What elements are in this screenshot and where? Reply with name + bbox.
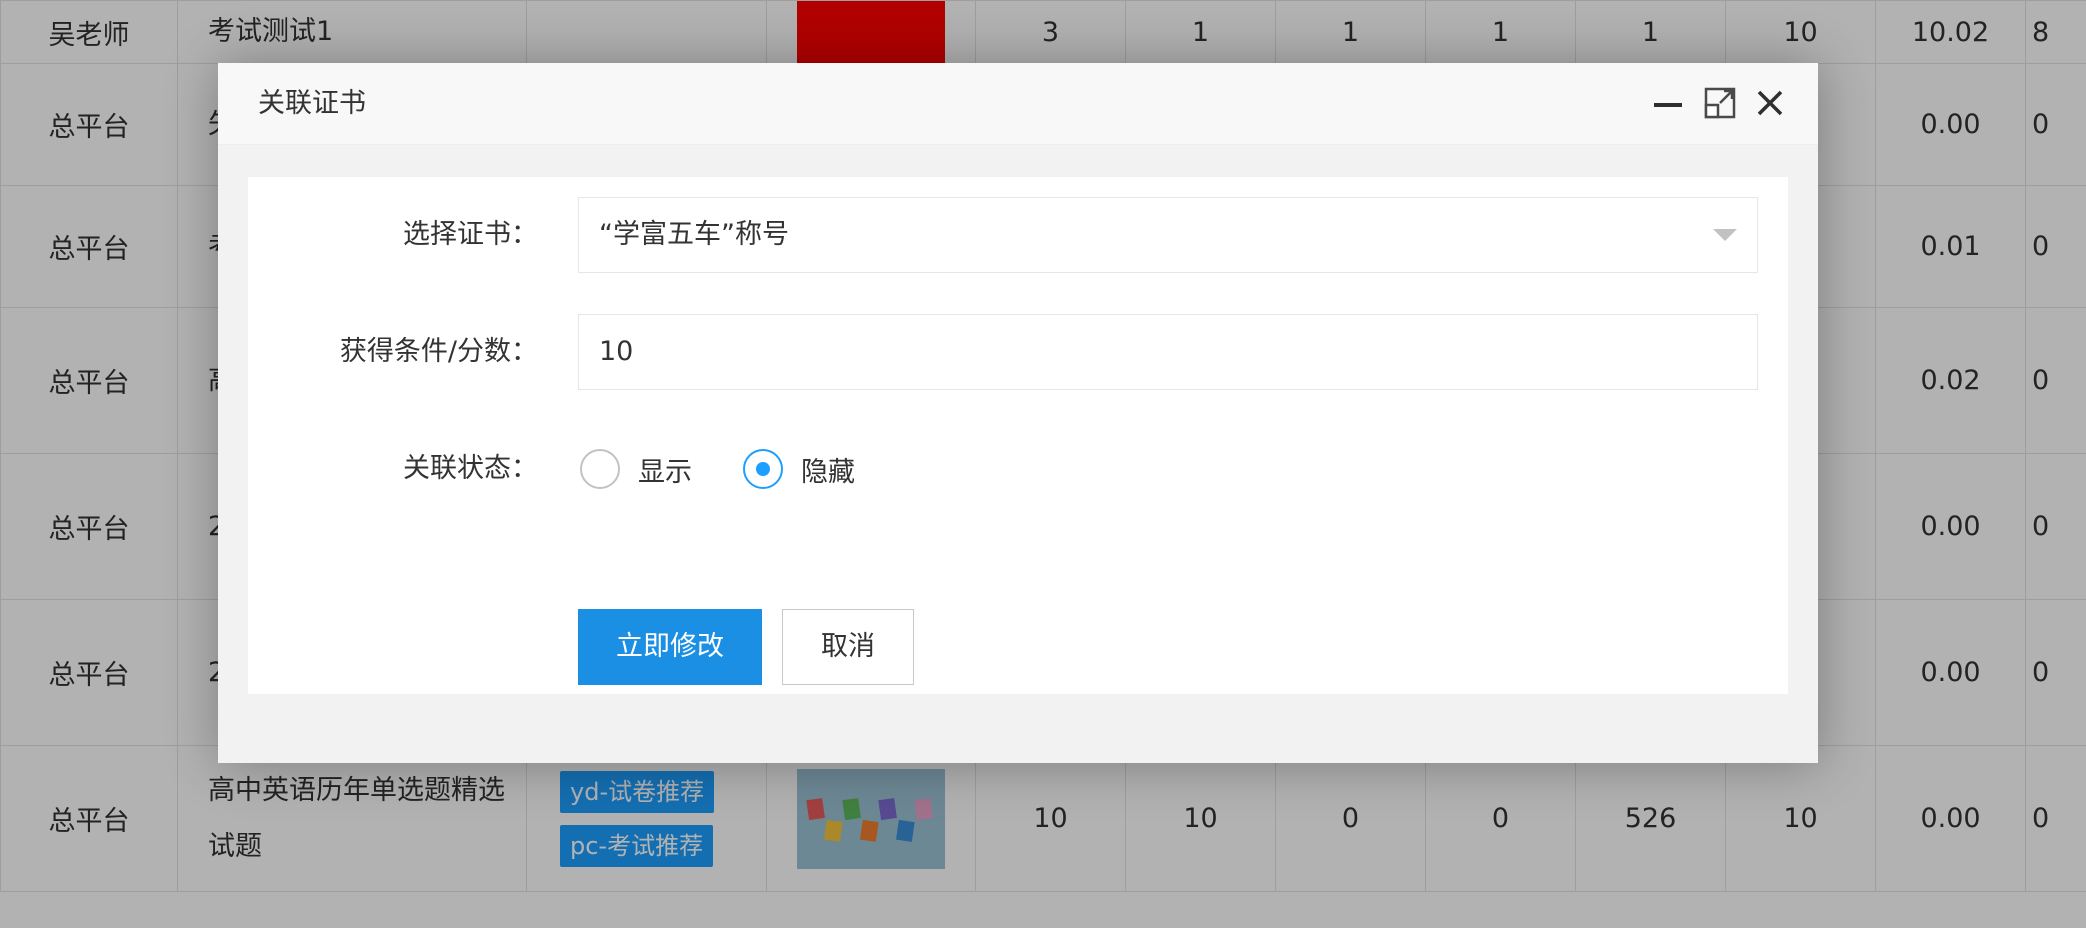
certificate-select-value: “学富五车”称号 — [599, 219, 789, 250]
submit-button[interactable]: 立即修改 — [578, 609, 762, 685]
status-radio-hide-label: 隐藏 — [801, 456, 855, 488]
certificate-select[interactable]: “学富五车”称号 — [578, 197, 1758, 273]
dialog-form: 选择证书： “学富五车”称号 获得条件/分数： 10 关联状态： 显示 隐藏 立… — [248, 177, 1788, 694]
status-radio-show-label: 显示 — [638, 456, 692, 488]
score-input[interactable]: 10 — [578, 314, 1758, 390]
certificate-label: 选择证书： — [403, 219, 538, 250]
score-label: 获得条件/分数： — [339, 336, 538, 367]
status-radio-show[interactable]: 显示 — [580, 441, 692, 497]
chevron-down-icon — [1713, 229, 1737, 241]
dialog-header: 关联证书 — [218, 63, 1818, 145]
cancel-button[interactable]: 取消 — [782, 609, 914, 685]
dialog-title: 关联证书 — [258, 88, 366, 119]
maximize-icon — [1704, 87, 1736, 119]
close-icon — [1757, 90, 1783, 116]
radio-unchecked-icon — [580, 449, 620, 489]
maximize-button[interactable] — [1700, 83, 1740, 123]
close-button[interactable] — [1750, 83, 1790, 123]
status-label: 关联状态： — [403, 453, 538, 484]
minimize-icon — [1654, 103, 1682, 107]
radio-checked-icon — [743, 449, 783, 489]
status-radio-hide[interactable]: 隐藏 — [743, 441, 855, 497]
associate-certificate-dialog: 关联证书 选择证书： “学富五车”称号 获得条件/分数： 10 关联状态： 显示… — [218, 63, 1818, 763]
minimize-button[interactable] — [1648, 83, 1688, 123]
